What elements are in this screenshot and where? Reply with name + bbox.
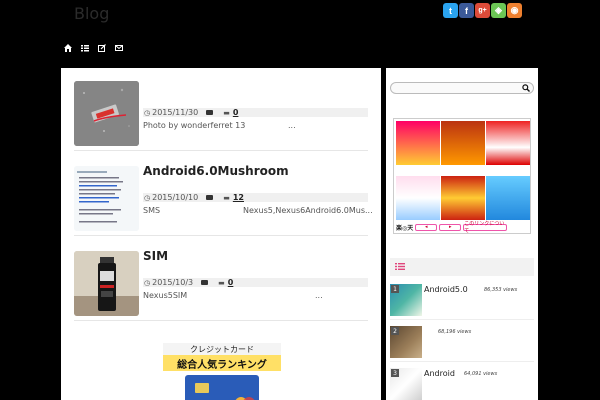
sidebar: 楽◎天 ◂ ▸ このリンクについて 1 Android5.0 86,353 vi… xyxy=(386,68,538,400)
popular-post-item[interactable]: 2 68,196 views xyxy=(390,326,534,362)
google-plus-icon[interactable]: g+ xyxy=(475,3,490,18)
ad-about-link[interactable]: このリンクについて xyxy=(463,221,508,234)
calendar-icon: ◷ xyxy=(144,108,151,117)
comment-icon: ▬ xyxy=(223,108,230,117)
main-content: ◷ 2015/11/30 ▬ 0 Photo by wonderferret 1… xyxy=(61,68,381,400)
twitter-icon[interactable]: t xyxy=(443,3,458,18)
popular-post-views: 86,353 views xyxy=(484,287,518,293)
post-meta: ◷ 2015/10/10 ▬ 12 xyxy=(143,193,368,202)
post-meta: ◷ 2015/11/30 ▬ 0 xyxy=(143,108,368,117)
search-input[interactable] xyxy=(390,82,534,94)
popular-posts-header xyxy=(390,258,534,276)
rakuten-ad-grid[interactable]: 楽◎天 ◂ ▸ このリンクについて xyxy=(393,118,531,234)
list-icon xyxy=(395,263,405,270)
ad-next-button[interactable]: ▸ xyxy=(439,223,462,231)
folder-icon xyxy=(206,195,214,200)
post-excerpt-text: Photo by wonderferret 13 xyxy=(143,121,246,130)
popular-post-views: 64,091 views xyxy=(464,371,498,377)
post-excerpt-tail: Nexus5,Nexus6Android6.0Mus... xyxy=(243,206,373,215)
comment-count[interactable]: 12 xyxy=(233,193,244,202)
post-date: 2015/11/30 xyxy=(152,108,199,117)
folder-icon xyxy=(206,110,214,115)
ad-product-1[interactable] xyxy=(396,121,440,165)
popular-post-views: 68,196 views xyxy=(438,329,472,335)
blog-title[interactable]: Blog xyxy=(74,4,109,23)
post-title[interactable]: SIM xyxy=(143,249,168,263)
rank-badge: 2 xyxy=(391,327,399,335)
calendar-icon: ◷ xyxy=(144,278,151,287)
post-thumbnail[interactable] xyxy=(74,81,139,146)
social-icons: t f g+ ◈ ◉ xyxy=(443,3,522,18)
comment-icon: ▬ xyxy=(223,193,230,202)
ad-product-5[interactable] xyxy=(441,176,485,220)
post-meta: ◷ 2015/10/3 ▬ 0 xyxy=(143,278,368,287)
comment-count[interactable]: 0 xyxy=(233,108,239,117)
post-excerpt-text: Nexus5SIM xyxy=(143,291,188,300)
post-excerpt: SMS Nexus5,Nexus6Android6.0Mus... xyxy=(143,206,373,215)
post-excerpt-tail: ... xyxy=(288,121,296,130)
mail-icon[interactable] xyxy=(115,44,123,52)
rss-icon[interactable]: ◉ xyxy=(507,3,522,18)
comment-count[interactable]: 0 xyxy=(228,278,234,287)
search-icon[interactable] xyxy=(522,84,530,92)
post-thumbnail[interactable] xyxy=(74,251,139,316)
post-excerpt: Photo by wonderferret 13 ... xyxy=(143,121,296,130)
popular-post-item[interactable]: 3 Android 64,091 views xyxy=(390,368,534,400)
ad-prev-button[interactable]: ◂ xyxy=(415,223,438,231)
calendar-icon: ◷ xyxy=(144,193,151,202)
list-icon[interactable] xyxy=(81,44,89,52)
credit-card-ad[interactable]: クレジットカード 総合人気ランキング xyxy=(163,343,281,400)
rank-badge: 1 xyxy=(391,285,399,293)
ad-product-3[interactable] xyxy=(486,121,530,165)
post-item[interactable]: ◷ 2015/11/30 ▬ 0 Photo by wonderferret 1… xyxy=(74,81,368,151)
post-excerpt-tail: ... xyxy=(315,291,323,300)
post-date: 2015/10/10 xyxy=(152,193,199,202)
feedly-icon[interactable]: ◈ xyxy=(491,3,506,18)
comment-icon: ▬ xyxy=(218,278,225,287)
popular-post-title[interactable]: Android xyxy=(424,369,455,378)
ad-product-4[interactable] xyxy=(396,176,440,220)
ad-product-6[interactable] xyxy=(486,176,530,220)
post-thumbnail[interactable] xyxy=(74,166,139,231)
post-title[interactable]: Android6.0Mushroom xyxy=(143,164,289,178)
ad-product-2[interactable] xyxy=(441,121,485,165)
rakuten-logo: 楽◎天 xyxy=(396,224,414,232)
ad-footer: 楽◎天 ◂ ▸ このリンクについて xyxy=(394,221,532,234)
ad-line-2: 総合人気ランキング xyxy=(177,360,267,371)
nav-bar xyxy=(64,44,123,52)
post-item[interactable]: SIM ◷ 2015/10/3 ▬ 0 Nexus5SIM ... xyxy=(74,249,368,321)
post-item[interactable]: Android6.0Mushroom ◷ 2015/10/10 ▬ 12 SMS… xyxy=(74,164,373,236)
rank-badge: 3 xyxy=(391,369,399,377)
post-date: 2015/10/3 xyxy=(152,278,194,287)
home-icon[interactable] xyxy=(64,44,72,52)
folder-icon xyxy=(201,280,209,285)
edit-icon[interactable] xyxy=(98,44,106,52)
post-excerpt: Nexus5SIM ... xyxy=(143,291,323,300)
popular-post-title[interactable]: Android5.0 xyxy=(424,285,468,294)
facebook-icon[interactable]: f xyxy=(459,3,474,18)
post-excerpt-text: SMS xyxy=(143,206,161,215)
popular-post-item[interactable]: 1 Android5.0 86,353 views xyxy=(390,284,534,320)
ad-line-1: クレジットカード xyxy=(190,345,254,354)
